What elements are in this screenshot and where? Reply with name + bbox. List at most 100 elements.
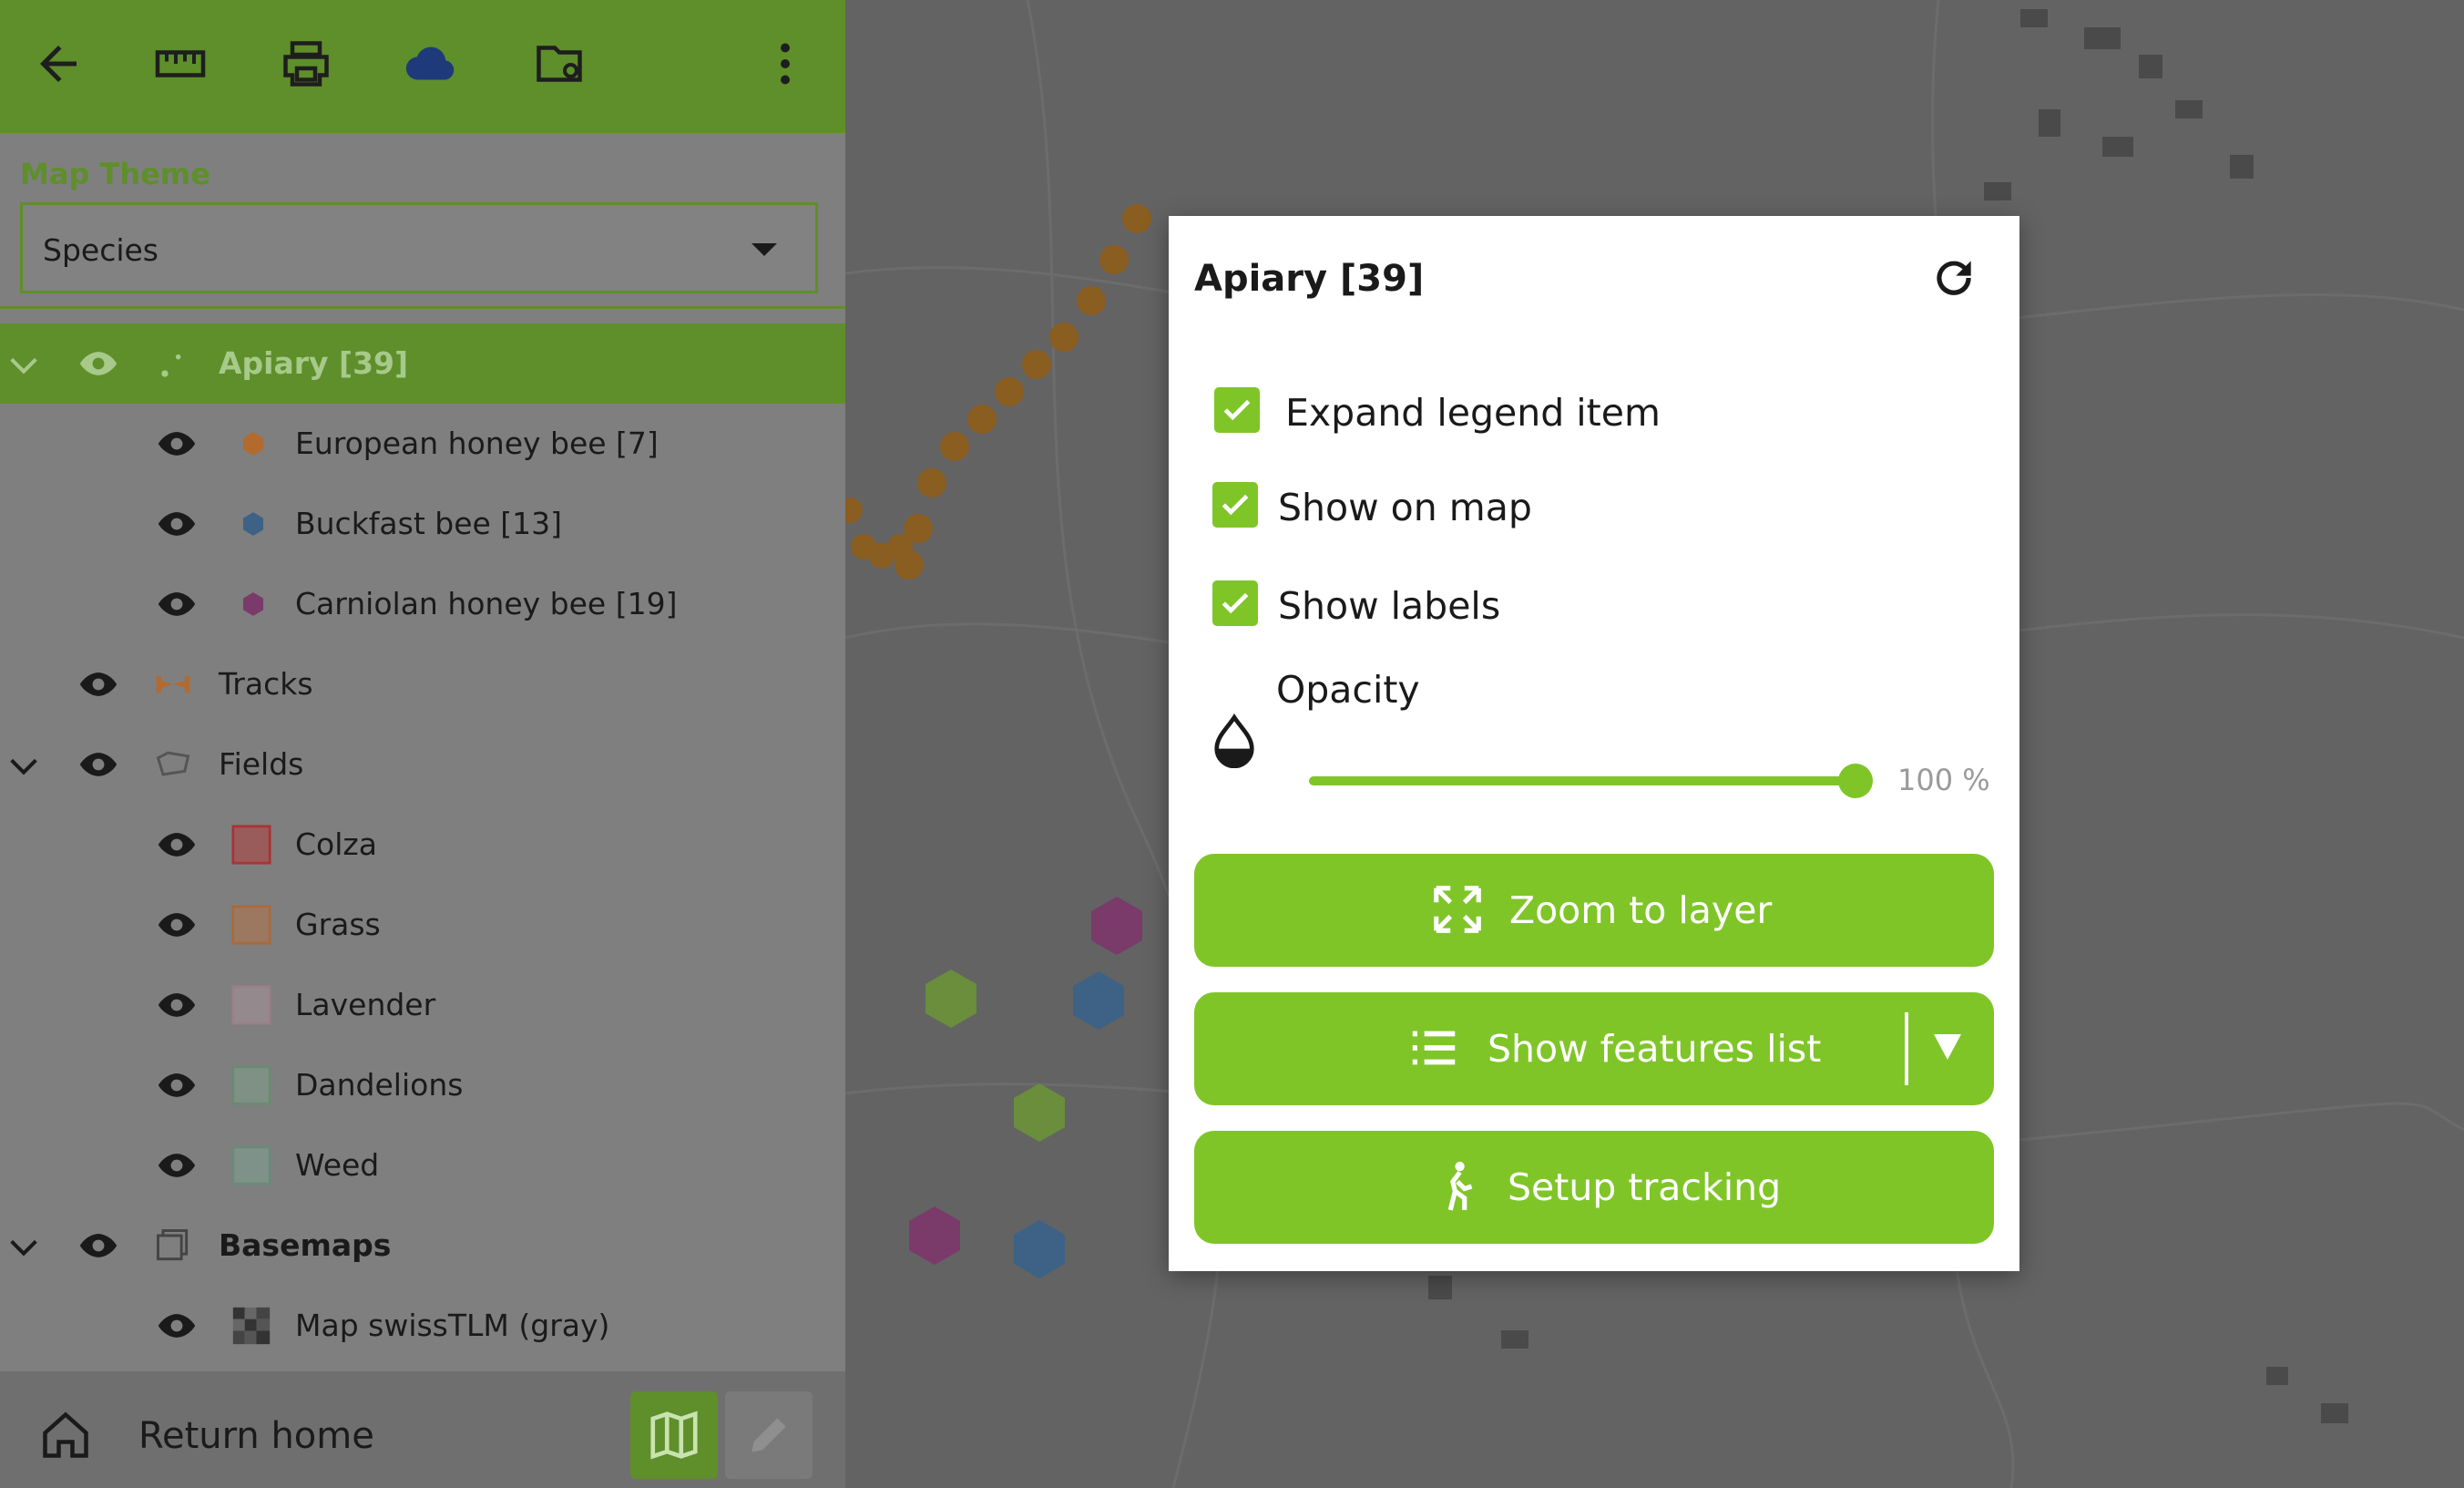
eye-icon[interactable] [157,1152,197,1179]
legend-item-weed[interactable]: Weed [0,1125,845,1206]
legend-item-european-honey-bee[interactable]: European honey bee [7] [0,404,845,484]
setup-tracking-button[interactable]: Setup tracking [1194,1131,1994,1244]
checkbox-label: Expand legend item [1285,391,1661,435]
button-label: Setup tracking [1508,1165,1782,1209]
legend-label: Map swissTLM (gray) [295,1308,610,1343]
swatch-colza-icon [231,825,271,865]
eye-icon[interactable] [78,1232,118,1259]
swatch-weed-icon [231,1145,271,1185]
back-arrow-icon[interactable] [26,35,91,93]
legend-item-swisstlm[interactable]: Map swissTLM (gray) [0,1286,845,1366]
home-icon[interactable] [38,1408,93,1462]
legend-label: Apiary [39] [219,345,409,381]
map-theme-select[interactable]: Species [20,202,818,293]
hexagon-purple-icon [243,592,263,616]
refresh-icon[interactable] [1928,252,1979,303]
swatch-grass-icon [231,905,271,945]
layer-group-icon [157,1229,189,1261]
legend-item-colza[interactable]: Colza [0,805,845,885]
eye-icon[interactable] [78,350,118,377]
check-icon [1222,494,1249,516]
ruler-icon[interactable] [148,35,213,93]
chevron-down-icon[interactable] [4,748,44,785]
polygon-layer-icon [156,751,190,776]
legend-label: Tracks [219,666,313,702]
dropdown-arrow-icon[interactable] [1934,1034,1961,1060]
opacity-drop-icon [1214,713,1254,768]
fullscreen-icon [1434,886,1481,933]
checkbox-label: Show labels [1278,584,1501,628]
list-icon [1412,1031,1456,1065]
legend-item-grass[interactable]: Grass [0,885,845,965]
chevron-down-icon [751,243,777,256]
legend-label: Dandelions [295,1067,464,1103]
check-icon [1222,592,1249,614]
hexagon-orange-icon [243,432,263,456]
legend-item-apiary[interactable]: Apiary [39] [0,323,845,404]
return-home-button[interactable]: Return home [138,1415,374,1457]
eye-icon[interactable] [157,510,197,538]
map-theme-label: Map Theme [20,157,210,191]
eye-icon[interactable] [157,911,197,939]
checkbox-checked[interactable] [1214,387,1260,433]
divider [0,306,845,309]
legend-item-carniolan-honey-bee[interactable]: Carniolan honey bee [19] [0,564,845,644]
edit-mode-button[interactable] [725,1391,813,1479]
layers-panel: Map Theme Species Apiary [39] European h… [0,0,845,1488]
legend-label: Basemaps [219,1227,392,1263]
folder-settings-icon[interactable] [527,35,592,93]
hexagon-blue-icon [243,512,263,536]
button-label: Show features list [1488,1027,1822,1071]
chevron-down-icon[interactable] [4,1229,44,1266]
bottom-bar: Return home [0,1371,845,1488]
eye-icon[interactable] [78,751,118,778]
eye-icon[interactable] [157,430,197,457]
legend-label: Colza [295,826,377,862]
layer-properties-dialog: Apiary [39] Expand legend item Show on m… [1169,216,2019,1271]
check-icon [1223,399,1251,421]
opacity-slider-track[interactable] [1309,776,1856,785]
swatch-dandelions-icon [231,1065,271,1105]
legend-label: Carniolan honey bee [19] [295,586,678,621]
legend-label: European honey bee [7] [295,426,659,461]
eye-icon[interactable] [157,991,197,1019]
swatch-lavender-icon [231,985,271,1025]
eye-icon[interactable] [157,1072,197,1099]
legend-item-lavender[interactable]: Lavender [0,965,845,1045]
legend-item-fields[interactable]: Fields [0,724,845,805]
legend-label: Buckfast bee [13] [295,506,563,541]
chevron-down-icon[interactable] [4,347,44,384]
legend-item-buckfast-bee[interactable]: Buckfast bee [13] [0,484,845,564]
legend-label: Weed [295,1147,380,1183]
legend-label: Lavender [295,987,436,1022]
eye-icon[interactable] [157,1312,197,1339]
eye-icon[interactable] [157,831,197,858]
dialog-title: Apiary [39] [1194,258,1425,300]
legend-item-basemaps[interactable]: Basemaps [0,1206,845,1286]
opacity-value: 100 % [1897,763,1990,797]
map-icon [650,1411,698,1460]
legend-item-tracks[interactable]: Tracks [0,644,845,724]
more-vert-icon[interactable] [752,35,818,93]
cloud-icon[interactable] [399,35,465,93]
checkbox-checked[interactable] [1212,580,1258,626]
show-features-list-button[interactable]: Show features list [1194,992,1994,1105]
eye-icon[interactable] [157,590,197,618]
walking-person-icon [1447,1161,1473,1211]
pencil-icon [751,1418,786,1452]
opacity-label: Opacity [1276,668,1420,712]
checkbox-checked[interactable] [1212,482,1258,528]
zoom-to-layer-button[interactable]: Zoom to layer [1194,854,1994,967]
printer-icon[interactable] [273,35,339,93]
legend-item-dandelions[interactable]: Dandelions [0,1045,845,1125]
opacity-slider-handle[interactable] [1838,764,1873,798]
map-theme-value: Species [43,232,159,268]
button-label: Zoom to layer [1509,888,1773,932]
browse-mode-button[interactable] [630,1391,718,1479]
legend-label: Fields [219,746,304,782]
button-divider [1905,1012,1908,1085]
raster-layer-icon [232,1307,271,1345]
legend-label: Grass [295,907,381,942]
eye-icon[interactable] [78,671,118,698]
top-toolbar [0,0,845,133]
